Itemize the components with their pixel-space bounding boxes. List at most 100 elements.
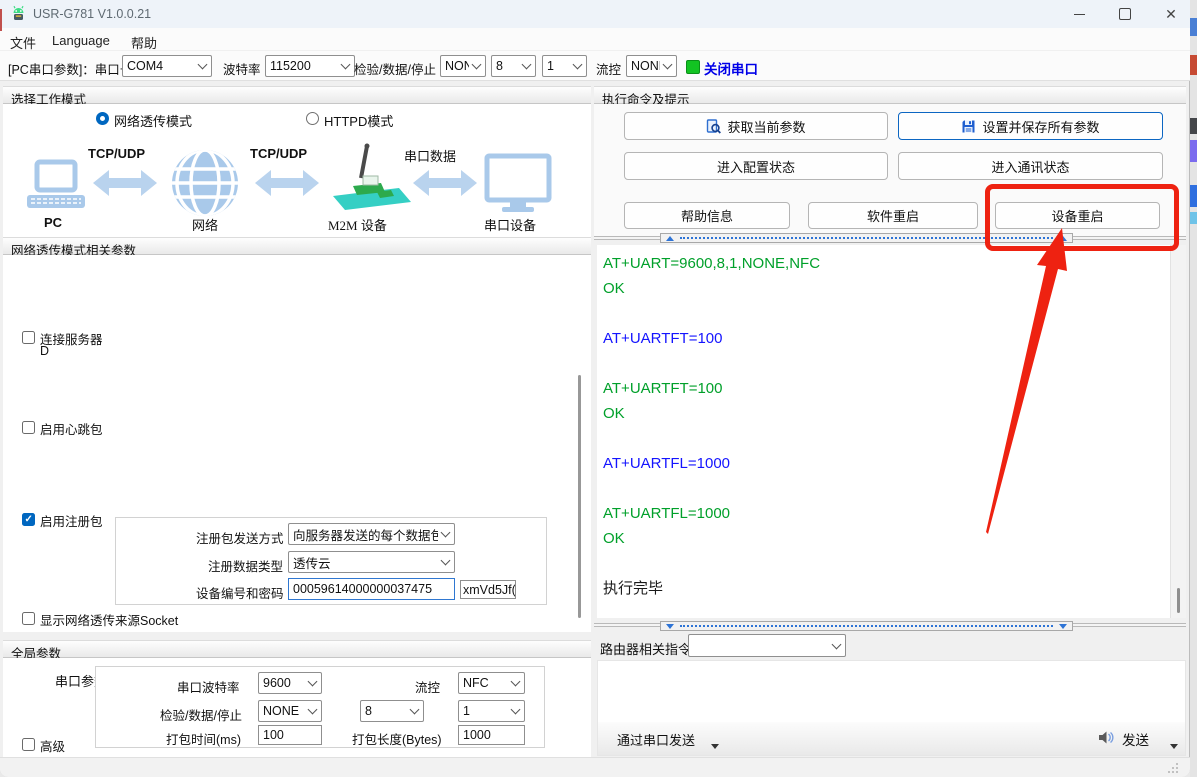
g-flow-select[interactable]: NFC	[458, 672, 525, 694]
background-edge-segment	[1190, 185, 1197, 207]
g-databits-select[interactable]: 8	[360, 700, 424, 722]
dev-id-input[interactable]: 00059614000000037475	[288, 578, 455, 600]
dev-pwd-input[interactable]: xmVd5Jf(	[460, 580, 516, 599]
databits-select[interactable]: 8	[491, 55, 536, 77]
radio-httpd-label[interactable]: HTTPD模式	[324, 111, 393, 130]
left-panel-scrollbar[interactable]	[578, 375, 581, 618]
send-toolbar: 通过串口发送 发送	[598, 722, 1185, 755]
flow-select[interactable]: NONE	[626, 55, 677, 77]
send-button[interactable]: 发送	[1122, 729, 1149, 749]
arrow-icon	[255, 170, 319, 196]
screen: USR-G781 V1.0.0.21 ✕ 文件 Language 帮助 [PC串…	[0, 0, 1197, 777]
baud-label: 波特率	[223, 59, 261, 78]
show-socket-checkbox[interactable]	[22, 612, 35, 625]
app-window: USR-G781 V1.0.0.21 ✕ 文件 Language 帮助 [PC串…	[0, 0, 1190, 777]
chevron-down-icon[interactable]	[711, 736, 719, 754]
radio-transparent-mode[interactable]	[96, 112, 109, 125]
chevron-down-icon	[832, 639, 842, 649]
connect-server-checkbox[interactable]	[22, 331, 35, 344]
speaker-icon	[1098, 729, 1115, 746]
command-panel-header: 执行命令及提示	[594, 86, 1186, 104]
collapse-up-icon	[666, 236, 674, 241]
connect-server-label: 连接服务器	[40, 329, 103, 348]
log-line: OK	[603, 526, 1170, 551]
send-via-serial-dropdown[interactable]: 通过串口发送	[617, 730, 695, 749]
g-baud-select[interactable]: 9600	[258, 672, 322, 694]
set-save-params-button[interactable]: 设置并保存所有参数	[898, 112, 1163, 140]
title-bar: USR-G781 V1.0.0.21 ✕	[0, 0, 1190, 28]
enter-config-button[interactable]: 进入配置状态	[624, 152, 888, 180]
device-restart-button[interactable]: 设备重启	[995, 202, 1160, 229]
parity-label: 检验/数据/停止	[354, 59, 436, 78]
radio-httpd-mode[interactable]	[306, 112, 319, 125]
network-label: 网络	[192, 215, 218, 234]
g-stopbits-select[interactable]: 1	[458, 700, 525, 722]
chevron-down-icon[interactable]	[1170, 736, 1178, 754]
menu-bar: 文件 Language 帮助	[0, 28, 1190, 50]
log-line	[603, 476, 1170, 501]
at-log[interactable]: AT+UART=9600,8,1,NONE,NFCOK AT+UARTFT=10…	[597, 245, 1170, 618]
chevron-down-icon	[573, 60, 583, 70]
advanced-label: 高级	[40, 736, 65, 755]
save-icon	[961, 119, 976, 134]
packlen-input[interactable]: 1000	[458, 725, 525, 745]
log-line	[603, 551, 1170, 576]
maximize-button[interactable]	[1110, 4, 1140, 24]
close-button[interactable]: ✕	[1156, 4, 1186, 24]
chevron-down-icon	[308, 677, 318, 687]
get-params-button[interactable]: 获取当前参数	[624, 112, 888, 140]
dev-id-label: 设备编号和密码	[196, 583, 284, 602]
stopbits-select[interactable]: 1	[542, 55, 587, 77]
com-port-select[interactable]: COM4	[122, 55, 212, 77]
log-line	[603, 351, 1170, 376]
heartbeat-checkbox[interactable]	[22, 421, 35, 434]
background-edge-segment	[1190, 118, 1197, 134]
regpack-checkbox[interactable]	[22, 513, 35, 526]
parity-select[interactable]: NONI	[440, 55, 486, 77]
chevron-down-icon	[308, 705, 318, 715]
reg-send-select[interactable]: 向服务器发送的每个数据包	[288, 523, 455, 545]
collapse-down-icon	[1059, 624, 1067, 629]
log-splitter-top[interactable]	[660, 233, 1073, 243]
packtime-label: 打包时间(ms)	[166, 729, 241, 748]
advanced-checkbox[interactable]	[22, 738, 35, 751]
radio-transparent-label[interactable]: 网络透传模式	[114, 111, 192, 130]
background-window-sliver	[0, 9, 2, 31]
m2m-device-icon	[333, 144, 411, 211]
minimize-button[interactable]	[1064, 4, 1094, 24]
chevron-down-icon	[198, 60, 208, 70]
minimize-icon	[1074, 14, 1085, 15]
help-info-button[interactable]: 帮助信息	[624, 202, 790, 229]
log-line	[603, 301, 1170, 326]
router-cmd-select[interactable]	[688, 634, 846, 657]
serial-device-label: 串口设备	[484, 215, 536, 234]
log-scrollbar-thumb[interactable]	[1177, 588, 1180, 613]
background-edge-segment	[1190, 18, 1197, 36]
software-restart-button[interactable]: 软件重启	[808, 202, 978, 229]
resize-grip-icon[interactable]	[1168, 763, 1179, 774]
packtime-input[interactable]: 100	[258, 725, 322, 745]
heartbeat-label: 启用心跳包	[40, 419, 103, 438]
menu-language[interactable]: Language	[52, 33, 110, 48]
network-globe-icon	[172, 150, 238, 216]
g-parity-select[interactable]: NONE	[258, 700, 322, 722]
background-edge-segment	[1190, 212, 1197, 224]
splitter-dots	[680, 237, 1053, 239]
close-port-link[interactable]: 关闭串口	[704, 58, 758, 78]
reg-send-label: 注册包发送方式	[196, 528, 284, 547]
serial-device-icon	[487, 156, 549, 212]
log-splitter-bottom[interactable]	[660, 621, 1073, 631]
flow-label: 流控	[596, 59, 621, 78]
reg-type-label: 注册数据类型	[208, 556, 283, 575]
chevron-down-icon	[522, 60, 532, 70]
chevron-down-icon	[341, 60, 351, 70]
enter-comm-button[interactable]: 进入通讯状态	[898, 152, 1163, 180]
log-scrollbar-track[interactable]	[1170, 245, 1186, 618]
pc-serial-label: [PC串口参数]：串口号	[8, 59, 132, 78]
collapse-down-icon	[666, 624, 674, 629]
chevron-down-icon	[410, 705, 420, 715]
search-doc-icon	[706, 119, 721, 134]
pc-label: PC	[44, 215, 62, 230]
reg-type-select[interactable]: 透传云	[288, 551, 455, 573]
baud-select[interactable]: 115200	[265, 55, 355, 77]
